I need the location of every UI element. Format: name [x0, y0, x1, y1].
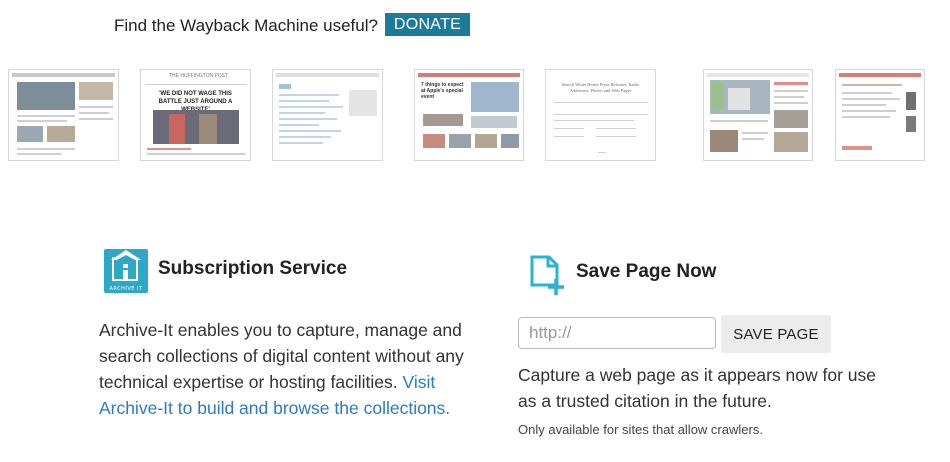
archive-it-icon[interactable]: ARCHIVE IT — [104, 249, 148, 293]
snapshot-headline: Search White House Press Releases, Radio… — [561, 82, 640, 93]
donate-button[interactable]: DONATE — [385, 13, 470, 36]
subscription-description: Archive-It enables you to capture, manag… — [99, 317, 479, 421]
site-snapshot-thumbnail[interactable] — [703, 69, 813, 161]
site-snapshot-thumbnail[interactable]: Search White House Press Releases, Radio… — [545, 69, 656, 161]
save-page-button[interactable]: SAVE PAGE — [721, 315, 831, 353]
site-snapshot-thumbnail[interactable] — [8, 69, 119, 161]
save-page-title: Save Page Now — [576, 261, 717, 282]
subscription-title: Subscription Service — [158, 258, 348, 279]
site-snapshot-thumbnail[interactable] — [272, 69, 383, 161]
save-page-description: Capture a web page as it appears now for… — [518, 365, 876, 411]
url-input[interactable] — [518, 317, 716, 349]
save-page-icon — [530, 255, 564, 295]
save-page-note: Only available for sites that allow craw… — [518, 422, 763, 437]
donate-banner: Find the Wayback Machine useful? DONATE — [0, 12, 950, 38]
archive-it-icon-text: ARCHIVE IT — [109, 286, 143, 292]
snapshot-headline: 7 things to expect at Apple's special ev… — [421, 82, 464, 100]
site-snapshot-thumbnail[interactable] — [835, 69, 925, 161]
donate-prompt: Find the Wayback Machine useful? — [114, 16, 378, 35]
masthead-text: THE HUFFINGTON POST — [169, 73, 229, 79]
site-snapshot-thumbnail[interactable]: THE HUFFINGTON POST 'WE DID NOT WAGE THI… — [140, 69, 251, 161]
site-snapshot-thumbnail[interactable]: 7 things to expect at Apple's special ev… — [414, 69, 524, 161]
